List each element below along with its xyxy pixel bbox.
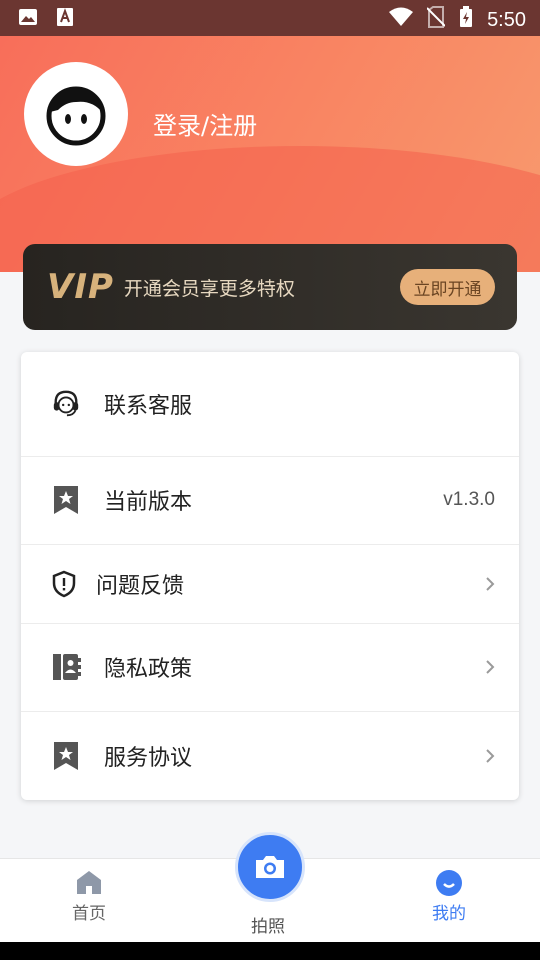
vip-logo: VIP [47,267,114,307]
status-time: 5:50 [487,8,526,31]
user-avatar-icon [46,86,106,146]
vip-text: 开通会员享更多特权 [123,277,295,300]
shield-alert-icon [49,569,79,599]
menu-item-current-version[interactable]: 当前版本 v1.3.0 [21,456,519,545]
login-register-link[interactable]: 登录/注册 [153,106,257,141]
nav-home[interactable]: 首页 [72,869,106,924]
nav-mine-label: 我的 [432,904,466,924]
wifi-icon [389,7,414,33]
status-bar: 5:50 [0,0,540,36]
menu-card: 联系客服 当前版本 v1.3.0 问题反馈 隐私政策 服务协议 [21,352,519,800]
menu-item-label: 联系客服 [104,394,193,419]
app-notification-icon [56,7,74,31]
camera-icon [256,856,284,878]
camera-button[interactable] [235,832,305,902]
no-sim-icon [426,6,446,34]
avatar[interactable] [24,62,128,166]
menu-item-privacy-policy[interactable]: 隐私政策 [21,623,519,712]
menu-item-contact-service[interactable]: 联系客服 [21,352,519,457]
chevron-right-icon [486,660,495,674]
bookmark-star-icon [51,485,81,515]
bookmark-star-icon [51,741,81,771]
menu-item-service-agreement[interactable]: 服务协议 [21,711,519,800]
version-value: v1.3.0 [443,489,495,510]
home-icon [77,871,101,894]
nav-mine[interactable]: 我的 [432,869,466,924]
menu-item-label: 问题反馈 [96,573,185,599]
headset-icon [51,389,81,419]
profile-face-icon [436,870,462,896]
nav-home-label: 首页 [72,904,106,924]
menu-item-label: 当前版本 [104,490,193,515]
battery-charging-icon [459,6,473,34]
chevron-right-icon [486,576,495,591]
menu-item-label: 隐私政策 [104,657,193,682]
gallery-notification-icon [18,8,38,30]
menu-item-label: 服务协议 [104,745,193,771]
contacts-book-icon [51,652,81,682]
chevron-right-icon [486,748,495,763]
menu-item-feedback[interactable]: 问题反馈 [21,544,519,624]
vip-banner[interactable]: VIP 开通会员享更多特权 立即开通 [23,244,517,330]
system-nav-bar [0,942,540,960]
open-vip-button[interactable]: 立即开通 [400,269,495,305]
camera-label: 拍照 [251,917,285,937]
